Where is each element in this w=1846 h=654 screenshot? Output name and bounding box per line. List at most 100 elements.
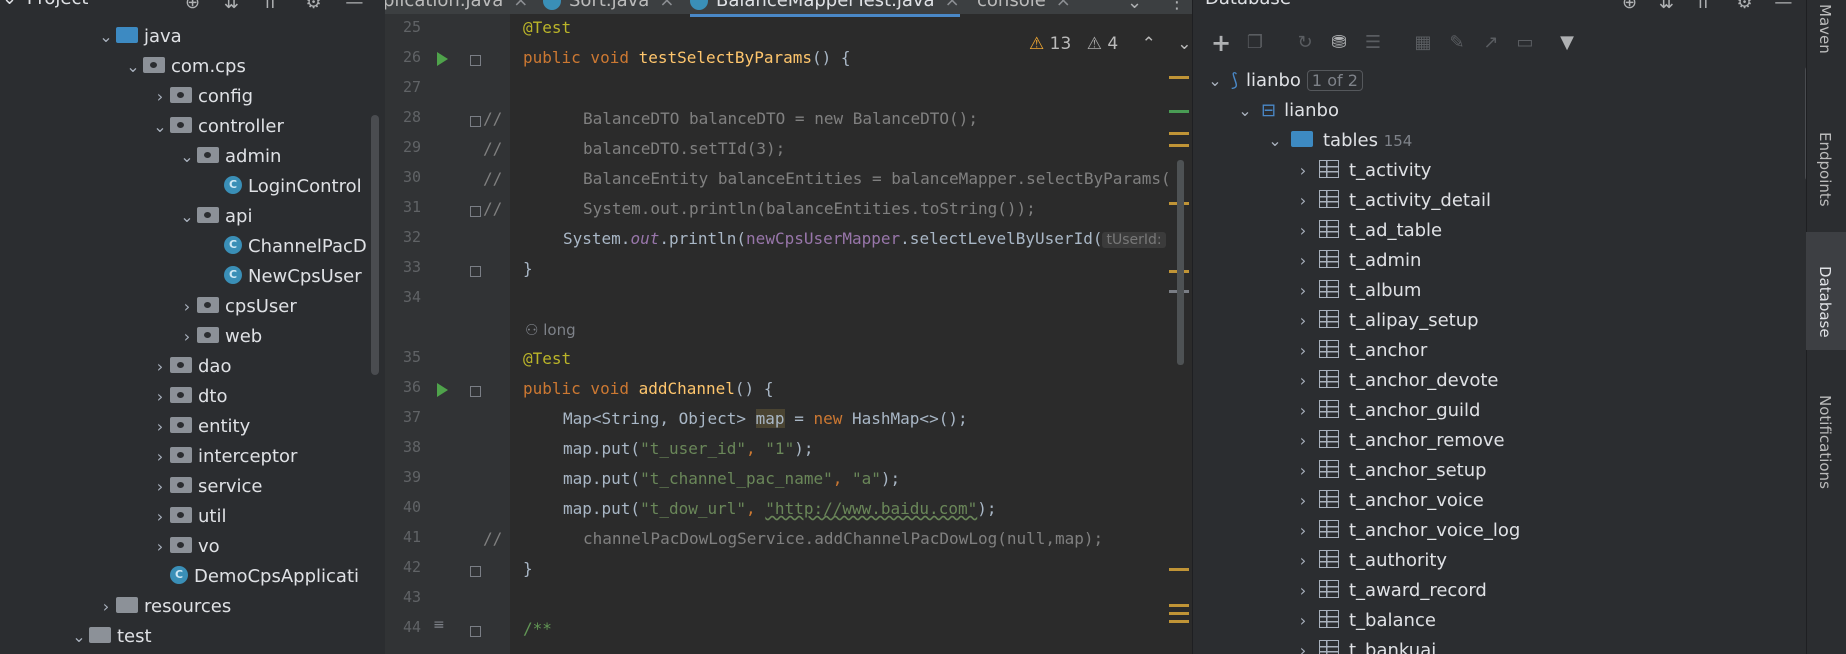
chevron-down-icon[interactable]: ⌄ [150,112,170,142]
db-table-node[interactable]: › t_alipay_setup [1293,306,1479,336]
copy-icon[interactable]: ❐ [1243,31,1267,55]
stripe-mark[interactable] [1169,110,1189,113]
fold-marker-icon[interactable] [470,116,481,127]
chevron-right-icon[interactable]: › [150,412,170,442]
db-table-node[interactable]: › t_anchor_voice_log [1293,516,1520,546]
tree-node[interactable]: C LoginControl [204,172,362,202]
schema-icon[interactable]: ☰ [1361,31,1385,55]
db-table-node[interactable]: › t_activity_detail [1293,186,1491,216]
chevron-down-icon[interactable]: ⌄ [177,202,197,232]
chevron-down-icon[interactable]: ⌄ [1127,0,1142,13]
project-scrollbar[interactable] [371,115,379,375]
db-table-node[interactable]: › t_admin [1293,246,1421,276]
editor-tab[interactable]: console × [977,0,1071,14]
chevron-right-icon[interactable]: › [1293,546,1313,576]
chevron-down-icon[interactable]: ⌄ [1177,34,1191,54]
db-table-node[interactable]: › t_activity [1293,156,1431,186]
tree-node[interactable]: ⌄ admin [177,142,281,172]
tree-node[interactable]: C NewCpsUser [204,262,362,292]
inspection-widget[interactable]: ⚠ 13 ⚠ 4 ⌃ ⌄ [1029,34,1192,54]
tree-node[interactable]: › cpsUser [177,292,297,322]
chevron-right-icon[interactable]: › [177,322,197,352]
console-icon[interactable]: ▭ [1513,31,1537,55]
editor-scrollbar[interactable] [1177,160,1184,365]
filter-icon[interactable]: ▼ [1555,31,1579,55]
tree-node[interactable]: › util [150,502,227,532]
fold-marker-icon[interactable] [470,626,481,637]
doc-render-icon[interactable]: ≡ [433,617,445,633]
chevron-down-icon[interactable]: ⌄ [2,0,17,9]
tree-node[interactable]: ⌄ com.cps [123,52,246,82]
chevron-right-icon[interactable]: › [150,82,170,112]
close-icon[interactable]: × [513,0,528,11]
code-editor[interactable]: plication.java × Sort.java × BalanceMapperTe… [385,0,1192,654]
fold-marker-icon[interactable] [470,566,481,577]
table-view-icon[interactable]: ▦ [1411,31,1435,55]
stripe-mark[interactable] [1169,568,1189,571]
crosshair-icon[interactable]: ⊕ [1622,0,1637,13]
db-table-node[interactable]: › t_award_record [1293,576,1487,606]
chevron-right-icon[interactable]: › [1293,366,1313,396]
close-icon[interactable]: × [945,0,960,11]
more-icon[interactable]: ⋮ [1168,0,1186,13]
tool-window-database[interactable]: Database [1816,266,1834,338]
chevron-right-icon[interactable]: › [1293,156,1313,186]
tool-window-notifications[interactable]: Notifications [1816,395,1834,489]
chevron-right-icon[interactable]: › [150,352,170,382]
db-connection-node[interactable]: ⌄ ⟆ lianbo 1 of 2 [1205,66,1363,96]
author-hint[interactable]: ⚇ long [525,321,576,339]
edit-icon[interactable]: ✎ [1445,31,1469,55]
editor-tab[interactable]: Sort.java × [543,0,674,14]
tree-node[interactable]: › entity [150,412,250,442]
run-test-icon[interactable] [437,52,448,66]
expand-all-icon[interactable]: ⇈ [1696,0,1711,13]
tree-node[interactable]: › dao [150,352,232,382]
tree-node[interactable]: ⌄ java [96,22,181,52]
chevron-down-icon[interactable]: ⌄ [96,22,116,52]
tree-node[interactable]: › config [150,82,253,112]
add-icon[interactable]: + [1209,31,1233,55]
stripe-mark[interactable] [1169,612,1189,615]
chevron-right-icon[interactable]: › [1293,276,1313,306]
db-table-node[interactable]: › t_anchor_voice [1293,486,1484,516]
chevron-right-icon[interactable]: › [1293,516,1313,546]
tree-node[interactable]: C DemoCpsApplicati [150,562,359,592]
chevron-right-icon[interactable]: › [1293,246,1313,276]
chevron-right-icon[interactable]: › [1293,396,1313,426]
chevron-right-icon[interactable]: › [1293,606,1313,636]
db-table-node[interactable]: › t_album [1293,276,1421,306]
fold-marker-icon[interactable] [470,386,481,397]
chevron-right-icon[interactable]: › [1293,306,1313,336]
chevron-down-icon[interactable]: ⌄ [177,142,197,172]
refresh-icon[interactable]: ↻ [1293,31,1317,55]
chevron-right-icon[interactable]: › [1293,456,1313,486]
chevron-right-icon[interactable]: › [150,502,170,532]
editor-tab[interactable]: plication.java × [385,0,528,14]
db-table-node[interactable]: › t_anchor_devote [1293,366,1499,396]
stripe-mark[interactable] [1169,604,1189,607]
collapse-all-icon[interactable]: ⇊ [1659,0,1674,13]
stripe-mark[interactable] [1169,132,1189,135]
chevron-right-icon[interactable]: › [177,292,197,322]
chevron-down-icon[interactable]: ⌄ [69,622,89,652]
db-table-node[interactable]: › t_anchor_setup [1293,456,1487,486]
chevron-right-icon[interactable]: › [1293,216,1313,246]
chevron-down-icon[interactable]: ⌄ [1235,96,1255,126]
chevron-right-icon[interactable]: › [1293,486,1313,516]
tree-node[interactable]: › web [177,322,262,352]
chevron-right-icon[interactable]: › [150,472,170,502]
tree-node[interactable]: › interceptor [150,442,298,472]
stripe-mark[interactable] [1169,144,1189,147]
tree-node[interactable]: ⌄ api [177,202,252,232]
stripe-mark[interactable] [1169,76,1189,79]
db-table-node[interactable]: › t_anchor_guild [1293,396,1480,426]
db-table-node[interactable]: › t_balance [1293,606,1436,636]
chevron-up-icon[interactable]: ⌃ [1142,34,1156,54]
db-table-node[interactable]: › t_anchor_remove [1293,426,1505,456]
tree-node[interactable]: › service [150,472,263,502]
minimize-icon[interactable]: — [345,0,363,13]
fold-marker-icon[interactable] [470,55,481,66]
tool-window-endpoints[interactable]: Endpoints [1816,132,1834,207]
db-table-node[interactable]: › t_anchor [1293,336,1427,366]
connection-badge[interactable]: 1 of 2 [1306,70,1363,91]
